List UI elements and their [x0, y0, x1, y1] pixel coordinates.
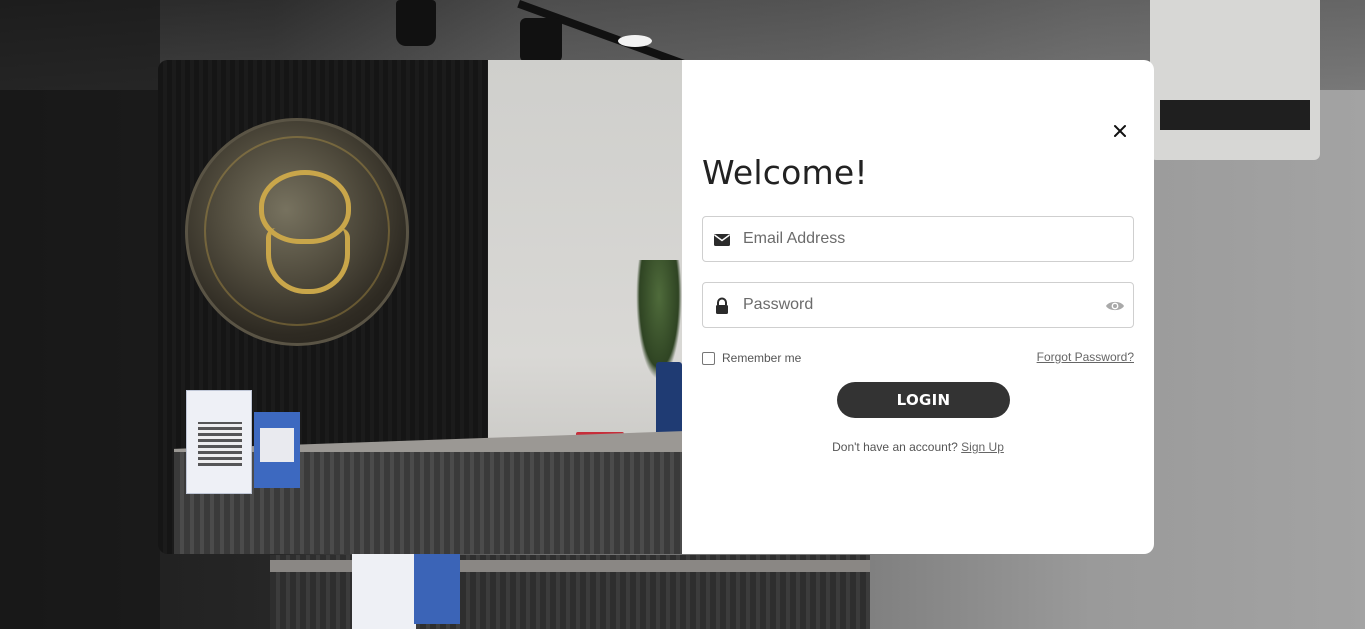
qr-stand — [414, 554, 460, 624]
dark-wall — [0, 0, 160, 629]
lock-icon — [713, 297, 731, 315]
qr-stand — [352, 554, 416, 629]
eye-icon — [1106, 301, 1124, 311]
email-field — [702, 216, 1134, 262]
signup-prompt-text: Don't have an account? — [832, 440, 958, 454]
signup-prompt: Don't have an account? Sign Up — [682, 440, 1154, 454]
remember-me[interactable]: Remember me — [702, 350, 801, 366]
close-icon — [1114, 125, 1126, 137]
clinic-photo-panel — [158, 60, 682, 554]
bottle — [656, 362, 682, 436]
email-input[interactable] — [743, 217, 1083, 261]
air-conditioner — [1150, 0, 1320, 160]
signup-link[interactable]: Sign Up — [961, 440, 1004, 454]
remember-me-label: Remember me — [722, 351, 802, 365]
login-card: Welcome! Remember me F — [682, 60, 1154, 554]
login-button[interactable]: LOGIN — [837, 382, 1010, 418]
qr-code-icon — [198, 422, 242, 466]
forgot-password-link[interactable]: Forgot Password? — [1037, 350, 1134, 364]
ceiling-light — [618, 35, 652, 47]
remember-me-checkbox[interactable] — [702, 351, 715, 365]
close-button[interactable] — [1111, 122, 1129, 140]
password-field — [702, 282, 1134, 328]
qr-code-icon — [260, 428, 294, 462]
air-conditioner-vent — [1160, 100, 1310, 130]
track-lamp — [396, 0, 436, 46]
password-input[interactable] — [743, 283, 1083, 327]
show-password-toggle[interactable] — [1105, 297, 1125, 315]
track-lamp — [520, 18, 562, 62]
envelope-icon — [713, 231, 731, 249]
page-title: Welcome! — [702, 153, 868, 192]
